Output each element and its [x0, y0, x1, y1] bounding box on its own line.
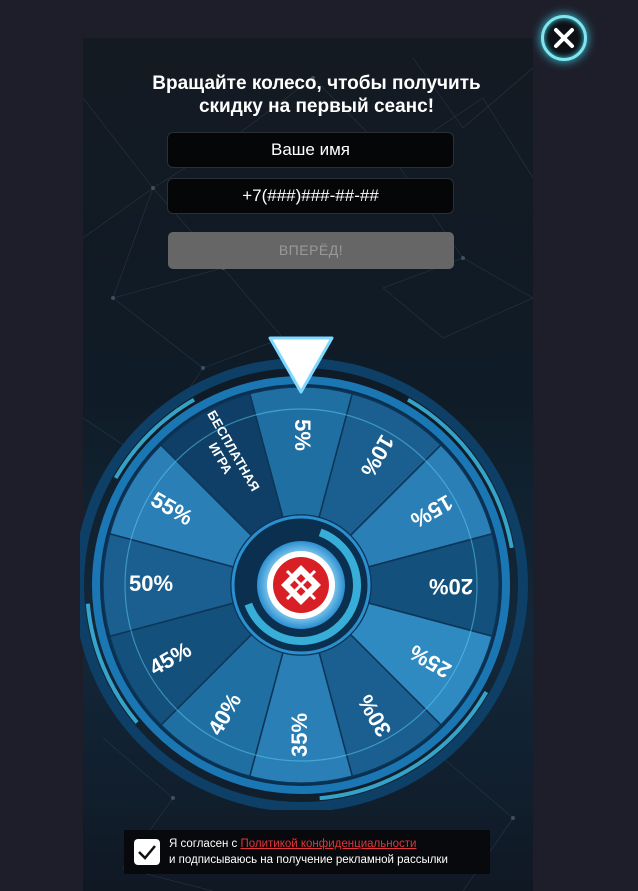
title-line-1: Вращайте колесо, чтобы получить — [152, 73, 481, 94]
consent-text: Я согласен с Политикой конфиденциальност… — [169, 836, 448, 868]
consent-bar: Я согласен с Политикой конфиденциальност… — [124, 830, 490, 874]
close-icon — [554, 28, 574, 48]
page-title: Вращайте колесо, чтобы получить скидку н… — [100, 72, 533, 118]
close-button[interactable] — [541, 15, 587, 61]
submit-button[interactable]: ВПЕРЁД! — [168, 232, 454, 269]
wheel-label: 5% — [290, 419, 315, 451]
fortune-wheel[interactable]: 5% 10%15%20%25%30%35%40%45%50%55%БЕСПЛАТН… — [80, 330, 540, 810]
consent-checkbox[interactable] — [134, 839, 160, 865]
wheel-label: 20% — [429, 574, 473, 599]
phone-field[interactable] — [167, 178, 454, 214]
brand-logo-icon — [273, 557, 329, 613]
title-line-2: скидку на первый сеанс! — [198, 96, 435, 117]
check-icon — [138, 845, 156, 860]
wheel-label: 50% — [129, 571, 173, 596]
name-field[interactable] — [167, 132, 454, 168]
privacy-policy-link[interactable]: Политикой конфиденциальности — [240, 838, 416, 850]
consent-suffix: и подписываюсь на получение рекламной ра… — [169, 854, 448, 866]
wheel-hub — [231, 515, 371, 655]
consent-prefix: Я согласен с — [169, 838, 241, 850]
wheel-label: 35% — [287, 713, 312, 757]
